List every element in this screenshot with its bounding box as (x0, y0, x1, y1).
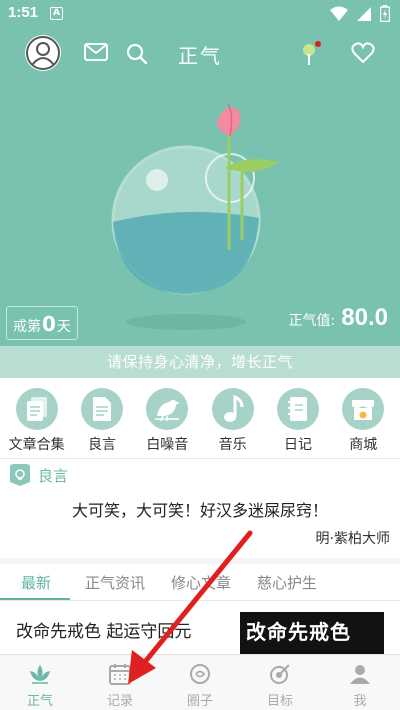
quote-author: 明·紫柏大师 (315, 531, 390, 547)
page-title: 正气 (178, 44, 222, 68)
notification-badge-icon: A (50, 7, 63, 20)
quick-item-label: 音乐 (218, 437, 247, 453)
section-divider (0, 458, 400, 459)
days-suffix: 天 (56, 319, 71, 335)
nav-label: 圈子 (186, 694, 213, 709)
days-value: 0 (42, 312, 56, 336)
article-thumbnail[interactable]: 改命先戒色 (240, 612, 384, 660)
content-tabs: 最新 正气资讯 修心文章 慈心护生 (0, 566, 400, 600)
lightbulb-icon (10, 464, 30, 486)
bottom-navigation: 正气 记录 圈子 目标 我 (0, 654, 400, 710)
quick-item-diary[interactable]: 日记 (268, 384, 328, 456)
energy-score: 正气值: 80.0 (289, 304, 388, 332)
quote-text[interactable]: 大可笑，大可笑！好汉多迷屎尿窍！ (0, 497, 400, 521)
circle-icon (190, 664, 210, 684)
target-icon (270, 664, 290, 684)
thumbnail-text: 改命先戒色 (246, 620, 351, 644)
nav-item-me[interactable]: 我 (320, 655, 400, 710)
tab-news[interactable]: 正气资讯 (72, 566, 158, 600)
lotus-bowl-illustration (111, 103, 278, 330)
nav-label: 记录 (106, 694, 133, 709)
signal-icon (357, 6, 371, 21)
articles-icon (15, 388, 58, 430)
top-bar: 正气 (0, 30, 400, 76)
section-gap (0, 558, 400, 564)
tree-icon[interactable] (299, 40, 323, 66)
nav-item-zhengqi[interactable]: 正气 (0, 655, 80, 710)
slogan-banner: 请保持身心清净，增长正气 (0, 346, 400, 378)
quick-item-label: 文章合集 (8, 437, 65, 453)
status-bar: 1:51 A (0, 0, 400, 28)
hero-panel: 1:51 A 正气 戒第 0 天 正气值: 80.0 (0, 0, 400, 346)
abstinence-days-counter: 戒第 0 天 (6, 306, 78, 340)
nav-label: 我 (353, 694, 367, 709)
nav-label: 正气 (26, 694, 53, 709)
tabs-divider (0, 600, 400, 601)
battery-icon (380, 5, 390, 22)
mail-icon[interactable] (84, 43, 108, 61)
nav-item-goals[interactable]: 目标 (240, 655, 320, 710)
shop-icon (342, 388, 385, 430)
bird-icon (146, 388, 189, 430)
nav-item-records[interactable]: 记录 (80, 655, 160, 710)
score-label: 正气值: (288, 313, 336, 329)
quick-item-label: 白噪音 (146, 437, 189, 453)
tab-mind-articles[interactable]: 修心文章 (158, 566, 244, 600)
heart-icon[interactable] (351, 42, 375, 64)
quote-header: 良言 (10, 463, 68, 487)
article-title[interactable]: 改命先戒色 起运守回元 (16, 617, 191, 642)
status-icons (330, 5, 390, 22)
tab-latest[interactable]: 最新 (0, 566, 72, 600)
quick-item-label: 日记 (283, 437, 312, 453)
music-note-icon (211, 388, 254, 430)
search-icon[interactable] (126, 43, 148, 65)
score-value: 80.0 (341, 304, 388, 331)
calendar-icon (109, 664, 131, 685)
avatar[interactable] (25, 35, 61, 71)
wifi-icon (330, 6, 348, 21)
tab-life-protection[interactable]: 慈心护生 (244, 566, 330, 600)
quote-header-label: 良言 (38, 466, 69, 485)
status-time: 1:51 (8, 4, 39, 21)
days-prefix: 戒第 (13, 319, 41, 335)
document-icon (80, 388, 123, 430)
quick-access-row: 文章合集 良言 白噪音 音乐 日记 商城 (0, 384, 400, 456)
user-icon (26, 36, 60, 70)
quick-item-articles[interactable]: 文章合集 (7, 384, 67, 456)
diary-icon (276, 388, 319, 430)
nav-item-circle[interactable]: 圈子 (160, 655, 240, 710)
lotus-icon (30, 665, 50, 684)
quick-item-white-noise[interactable]: 白噪音 (137, 384, 197, 456)
quick-item-label: 商城 (349, 437, 378, 453)
nav-label: 目标 (266, 694, 293, 709)
quick-item-label: 良言 (87, 437, 116, 453)
person-icon (350, 665, 370, 684)
quick-item-shop[interactable]: 商城 (333, 384, 393, 456)
quick-item-music[interactable]: 音乐 (203, 384, 263, 456)
quick-item-quotes[interactable]: 良言 (72, 384, 132, 456)
